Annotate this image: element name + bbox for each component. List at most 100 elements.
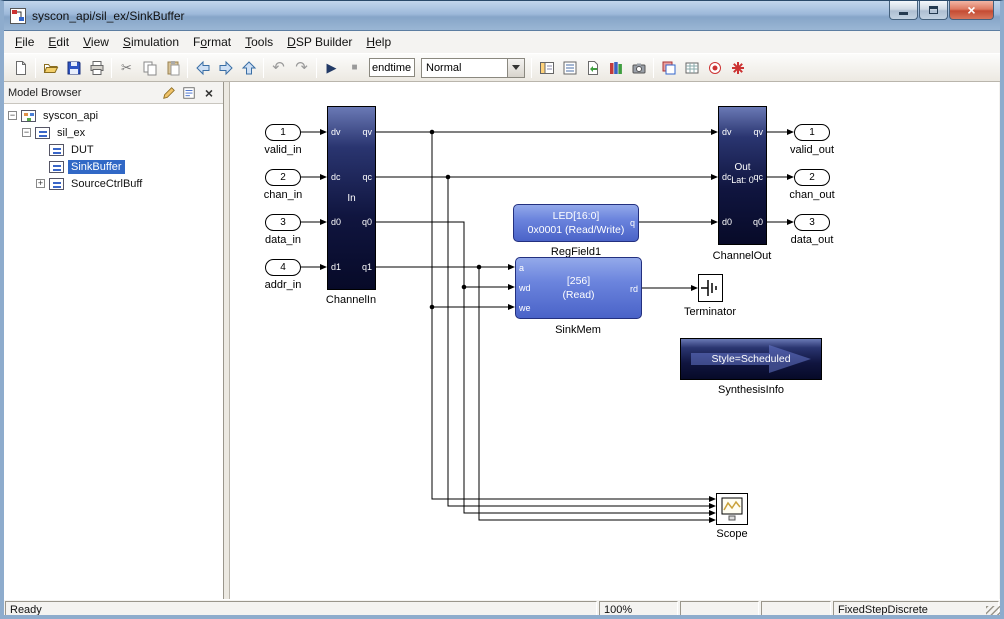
reg-field-block[interactable]: LED[16:0] 0x0001 (Read/Write) q	[513, 204, 639, 242]
open-model-button[interactable]	[39, 56, 62, 79]
terminator-block[interactable]	[698, 274, 723, 302]
port-label: a	[519, 263, 524, 273]
synthesis-info-block[interactable]: Style=Scheduled	[680, 338, 822, 380]
chevron-down-icon	[512, 65, 520, 70]
toolbar: ✂ ↶ ↷ ▶ ■	[4, 53, 1000, 82]
inport-block[interactable]: 2	[265, 169, 301, 186]
inport-block[interactable]: 3	[265, 214, 301, 231]
print-button[interactable]	[85, 56, 108, 79]
channel-out-block[interactable]: dv dc d0 qv qc q0 Out Lat: 0	[718, 106, 767, 245]
tree-item-sinkbuffer[interactable]: SinkBuffer	[4, 158, 223, 175]
minimize-button[interactable]	[889, 1, 918, 20]
menu-file[interactable]: File	[8, 32, 41, 52]
scope-block[interactable]	[716, 493, 748, 525]
close-panel-button[interactable]: ×	[199, 84, 219, 102]
model-explorer-icon	[539, 60, 555, 76]
dsp-builder-tool-icon	[730, 60, 746, 76]
expand-icon[interactable]: +	[36, 179, 45, 188]
titlebar: syscon_api/sil_ex/SinkBuffer ×	[4, 1, 1000, 31]
menu-format[interactable]: Format	[186, 32, 238, 52]
block-text-line1: [256]	[516, 275, 641, 287]
menu-tools[interactable]: Tools	[238, 32, 280, 52]
refresh-model-button[interactable]	[581, 56, 604, 79]
menu-view[interactable]: View	[76, 32, 116, 52]
sink-mem-block[interactable]: a wd we rd [256] (Read)	[515, 257, 642, 319]
stop-simulation-icon: ■	[351, 63, 357, 73]
simulation-stop-time-field[interactable]	[369, 58, 415, 77]
resize-grip[interactable]	[986, 606, 1000, 619]
go-forward-button[interactable]	[214, 56, 237, 79]
block-text-line2: 0x0001 (Read/Write)	[514, 224, 638, 236]
inport-block[interactable]: 4	[265, 259, 301, 276]
menu-simulation[interactable]: Simulation	[116, 32, 186, 52]
zoom-level: 100%	[599, 601, 678, 619]
maximize-button[interactable]	[919, 1, 948, 20]
copy-button[interactable]	[138, 56, 161, 79]
tree-item-syscon_api[interactable]: −syscon_api	[4, 107, 223, 124]
signal-highlight-button[interactable]	[703, 56, 726, 79]
port-label: dv	[331, 127, 341, 137]
stop-simulation-button[interactable]: ■	[343, 56, 366, 79]
block-label: chan_in	[264, 189, 303, 201]
port-label: d0	[331, 217, 341, 227]
outport-block[interactable]: 1	[794, 124, 830, 141]
simulation-mode-select[interactable]: Normal	[421, 58, 525, 78]
save-model-button[interactable]	[62, 56, 85, 79]
new-model-button[interactable]	[9, 56, 32, 79]
redo-icon: ↷	[295, 60, 308, 75]
compare-models-icon	[661, 60, 677, 76]
dsp-builder-tool-button[interactable]	[726, 56, 749, 79]
block-text: Style=Scheduled	[681, 353, 821, 365]
port-label: q0	[753, 217, 763, 227]
collapse-icon[interactable]: −	[22, 128, 31, 137]
model-explorer-button[interactable]	[535, 56, 558, 79]
tree-label: SinkBuffer	[68, 160, 125, 174]
compare-models-button[interactable]	[657, 56, 680, 79]
library-browser-icon	[608, 60, 624, 76]
close-button[interactable]: ×	[949, 1, 994, 20]
block-text-line1: LED[16:0]	[514, 210, 638, 222]
go-to-parent-button[interactable]	[237, 56, 260, 79]
block-label: SinkMem	[555, 324, 601, 336]
data-table-button[interactable]	[680, 56, 703, 79]
paste-icon	[165, 60, 181, 76]
menu-help[interactable]: Help	[359, 32, 398, 52]
channel-in-block[interactable]: dv dc d0 d1 qv qc q0 q1 In	[327, 106, 376, 290]
port-label: we	[519, 303, 531, 313]
inport-number: 2	[280, 172, 286, 183]
close-icon: ×	[205, 85, 213, 101]
tree-item-sourcectrlbuff[interactable]: + SourceCtrlBuff	[4, 175, 223, 192]
inport-number: 3	[280, 217, 286, 228]
open-model-icon	[43, 60, 59, 76]
print-icon	[89, 60, 105, 76]
tree-item-sil_ex[interactable]: −sil_ex	[4, 124, 223, 141]
tree-item-dut[interactable]: DUT	[4, 141, 223, 158]
diagnostics-viewer-button[interactable]	[558, 56, 581, 79]
menu-edit[interactable]: Edit	[41, 32, 76, 52]
outport-block[interactable]: 2	[794, 169, 830, 186]
subsystem-list-button[interactable]	[179, 84, 199, 102]
menu-dsp-builder[interactable]: DSP Builder	[280, 32, 359, 52]
cut-button[interactable]: ✂	[115, 56, 138, 79]
go-to-parent-icon	[241, 60, 257, 76]
tree-label: SourceCtrlBuff	[68, 177, 145, 191]
paste-button[interactable]	[161, 56, 184, 79]
undo-button[interactable]: ↶	[267, 56, 290, 79]
start-simulation-button[interactable]: ▶	[320, 56, 343, 79]
go-forward-icon	[218, 60, 234, 76]
combo-dropdown-button[interactable]	[507, 59, 524, 77]
collapse-icon[interactable]: −	[8, 111, 17, 120]
window-title: syscon_api/sil_ex/SinkBuffer	[32, 9, 185, 23]
outport-block[interactable]: 3	[794, 214, 830, 231]
snapshot-button[interactable]	[627, 56, 650, 79]
go-back-icon	[195, 60, 211, 76]
block-label: valid_in	[264, 144, 301, 156]
library-browser-button[interactable]	[604, 56, 627, 79]
inport-block[interactable]: 1	[265, 124, 301, 141]
go-back-button[interactable]	[191, 56, 214, 79]
statusbar: Ready 100% FixedStepDiscrete	[4, 599, 1000, 619]
outport-number: 1	[809, 127, 815, 138]
redo-button[interactable]: ↷	[290, 56, 313, 79]
diagram-canvas[interactable]: 1 2 3 4 valid_in chan_in data_in addr_in…	[230, 82, 999, 599]
edit-button[interactable]	[159, 84, 179, 102]
